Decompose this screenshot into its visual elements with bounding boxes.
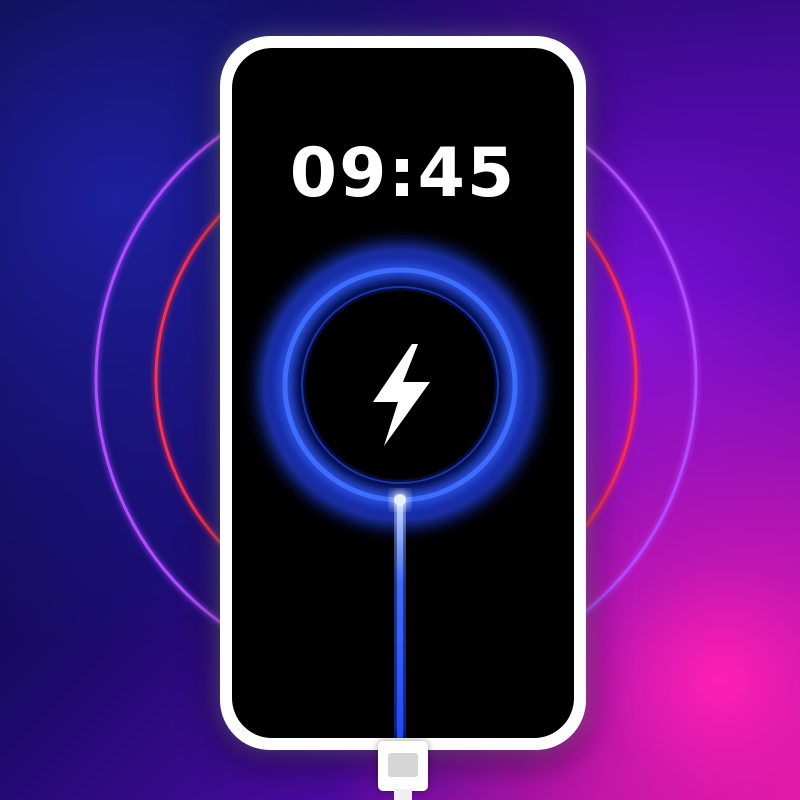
charging-line xyxy=(397,498,403,738)
phone-frame: 09:45 xyxy=(220,36,586,750)
lock-screen-clock: 09:45 xyxy=(289,134,517,213)
charging-line-junction xyxy=(394,494,406,506)
lock-screen: 09:45 xyxy=(232,48,574,738)
usb-connector-slot xyxy=(388,753,418,777)
charging-cable xyxy=(394,789,412,800)
usb-connector xyxy=(378,741,428,791)
